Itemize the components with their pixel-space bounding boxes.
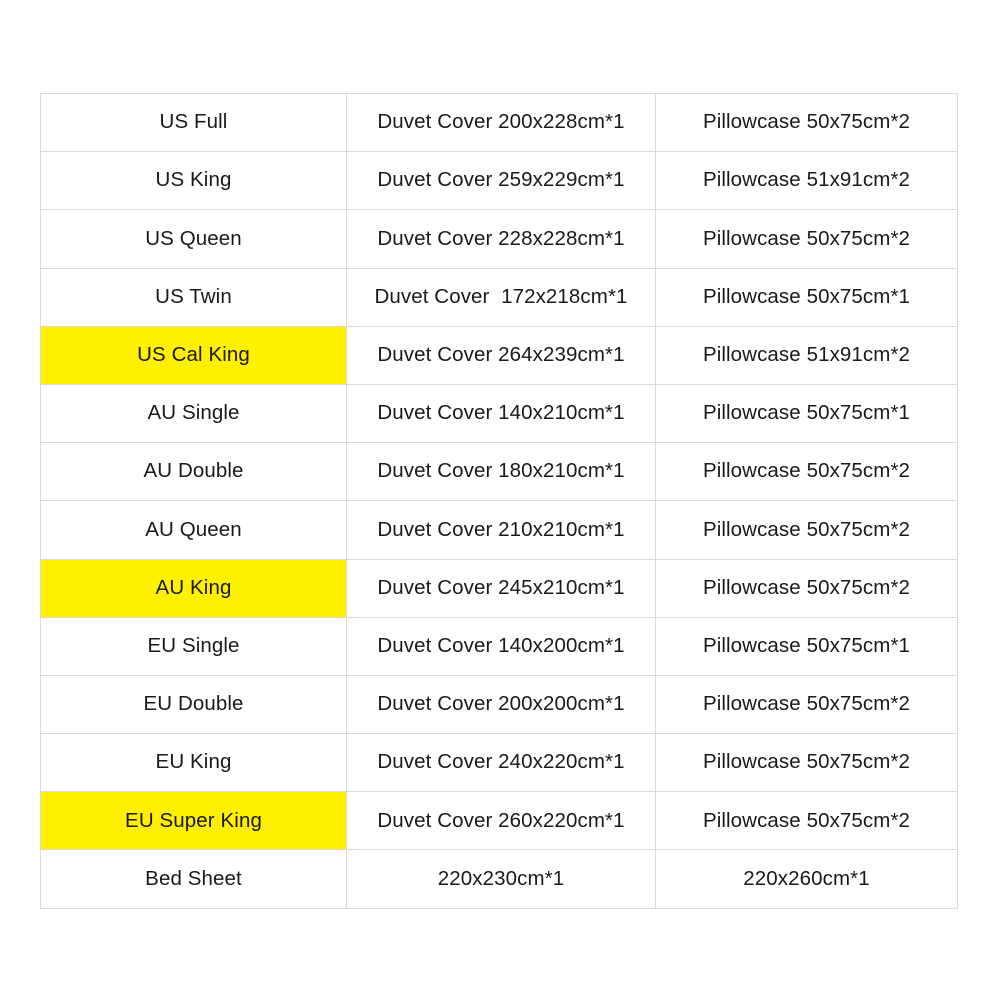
duvet-cover-cell: Duvet Cover 140x200cm*1 bbox=[346, 616, 656, 676]
duvet-cover-cell: Duvet Cover 140x210cm*1 bbox=[346, 383, 656, 444]
pillowcase-cell: 220x260cm*1 bbox=[655, 849, 958, 909]
duvet-cover-cell: Duvet Cover 210x210cm*1 bbox=[346, 500, 656, 560]
pillowcase-cell: Pillowcase 51x91cm*2 bbox=[655, 151, 958, 211]
size-cell: AU Single bbox=[40, 383, 347, 444]
size-cell: EU Double bbox=[40, 674, 347, 735]
duvet-cover-cell: Duvet Cover 200x200cm*1 bbox=[346, 674, 656, 735]
pillowcase-cell: Pillowcase 51x91cm*2 bbox=[655, 325, 958, 385]
table-row: AU Single Duvet Cover 140x210cm*1 Pillowca… bbox=[40, 383, 958, 444]
size-cell: Bed Sheet bbox=[40, 849, 347, 909]
duvet-cover-cell: Duvet Cover 180x210cm*1 bbox=[346, 442, 656, 502]
table-row: US Twin Duvet Cover 172x218cm*1 Pillowcase… bbox=[40, 267, 958, 327]
table-row: EU Double Duvet Cover 200x200cm*1 Pillowca… bbox=[40, 674, 958, 735]
duvet-cover-cell: Duvet Cover 172x218cm*1 bbox=[346, 267, 656, 327]
table-row: EU King Duvet Cover 240x220cm*1 Pillowcase… bbox=[40, 733, 958, 793]
pillowcase-cell: Pillowcase 50x75cm*2 bbox=[655, 733, 958, 793]
pillowcase-cell: Pillowcase 50x75cm*2 bbox=[655, 674, 958, 735]
size-cell: AU Double bbox=[40, 442, 347, 502]
pillowcase-cell: Pillowcase 50x75cm*1 bbox=[655, 616, 958, 676]
duvet-cover-cell: Duvet Cover 260x220cm*1 bbox=[346, 791, 656, 851]
size-cell: US Full bbox=[40, 92, 347, 153]
table-row: Bed Sheet 220x230cm*1 220x260cm*1 bbox=[40, 849, 958, 909]
size-chart-page: US Full Duvet Cover 200x228cm*1 Pillowcase… bbox=[0, 0, 1000, 1000]
size-cell: US Cal King bbox=[40, 325, 347, 385]
pillowcase-cell: Pillowcase 50x75cm*2 bbox=[655, 500, 958, 560]
table-row: US King Duvet Cover 259x229cm*1 Pillowcase… bbox=[40, 151, 958, 211]
pillowcase-cell: Pillowcase 50x75cm*2 bbox=[655, 558, 958, 618]
pillowcase-cell: Pillowcase 50x75cm*2 bbox=[655, 209, 958, 269]
duvet-cover-cell: Duvet Cover 245x210cm*1 bbox=[346, 558, 656, 618]
pillowcase-cell: Pillowcase 50x75cm*2 bbox=[655, 442, 958, 502]
pillowcase-cell: Pillowcase 50x75cm*1 bbox=[655, 267, 958, 327]
duvet-cover-cell: Duvet Cover 259x229cm*1 bbox=[346, 151, 656, 211]
duvet-cover-cell: 220x230cm*1 bbox=[346, 849, 656, 909]
bedding-size-table-body: US Full Duvet Cover 200x228cm*1 Pillowcase… bbox=[40, 92, 958, 909]
duvet-cover-cell: Duvet Cover 228x228cm*1 bbox=[346, 209, 656, 269]
table-row: US Full Duvet Cover 200x228cm*1 Pillowcase… bbox=[40, 92, 958, 153]
size-cell: US Twin bbox=[40, 267, 347, 327]
table-row: US Cal King Duvet Cover 264x239cm*1 Pillow… bbox=[40, 325, 958, 385]
size-cell: AU Queen bbox=[40, 500, 347, 560]
table-row: EU Single Duvet Cover 140x200cm*1 Pillowca… bbox=[40, 616, 958, 676]
pillowcase-cell: Pillowcase 50x75cm*2 bbox=[655, 791, 958, 851]
size-cell: US Queen bbox=[40, 209, 347, 269]
duvet-cover-cell: Duvet Cover 200x228cm*1 bbox=[346, 92, 656, 153]
size-cell: EU Super King bbox=[40, 791, 347, 851]
bedding-size-table: US Full Duvet Cover 200x228cm*1 Pillowcase… bbox=[40, 92, 958, 909]
table-row: AU Double Duvet Cover 180x210cm*1 Pillowca… bbox=[40, 442, 958, 502]
table-row: US Queen Duvet Cover 228x228cm*1 Pillowcas… bbox=[40, 209, 958, 269]
size-cell: AU King bbox=[40, 558, 347, 618]
table-row: AU King Duvet Cover 245x210cm*1 Pillowcase… bbox=[40, 558, 958, 618]
table-row: EU Super King Duvet Cover 260x220cm*1 Pill… bbox=[40, 791, 958, 851]
size-cell: US King bbox=[40, 151, 347, 211]
table-row: AU Queen Duvet Cover 210x210cm*1 Pillowcas… bbox=[40, 500, 958, 560]
duvet-cover-cell: Duvet Cover 240x220cm*1 bbox=[346, 733, 656, 793]
pillowcase-cell: Pillowcase 50x75cm*1 bbox=[655, 383, 958, 444]
size-cell: EU King bbox=[40, 733, 347, 793]
duvet-cover-cell: Duvet Cover 264x239cm*1 bbox=[346, 325, 656, 385]
size-cell: EU Single bbox=[40, 616, 347, 676]
pillowcase-cell: Pillowcase 50x75cm*2 bbox=[655, 92, 958, 153]
